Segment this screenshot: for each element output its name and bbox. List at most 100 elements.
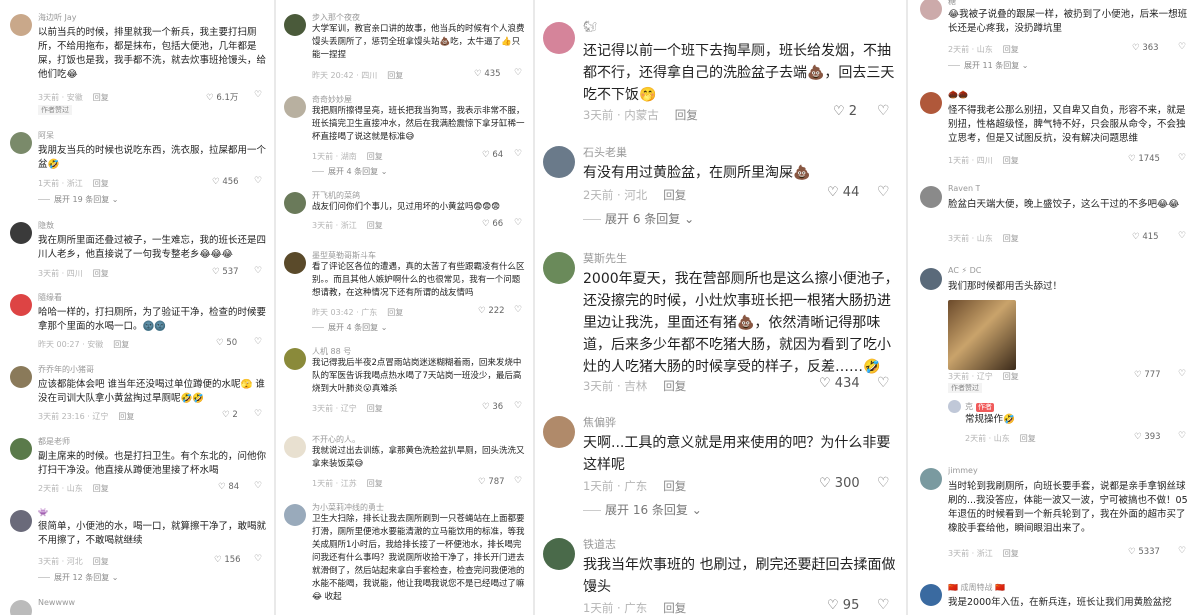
- like-button[interactable]: ♡ 363: [1132, 43, 1159, 53]
- comment-author[interactable]: 隐敖: [38, 220, 54, 231]
- expand-replies-button[interactable]: 展开 4 条回复 ⌄: [312, 322, 387, 333]
- like-button[interactable]: ♡ 300: [819, 476, 860, 491]
- like-button[interactable]: ♡ 66: [482, 219, 503, 229]
- dislike-icon[interactable]: ♡: [514, 401, 522, 411]
- reply-button[interactable]: 回复: [675, 108, 698, 122]
- dislike-icon[interactable]: ♡: [877, 597, 890, 613]
- comment-author[interactable]: 海边听 Jay: [38, 12, 77, 23]
- reply-button[interactable]: 回复: [387, 308, 403, 317]
- like-button[interactable]: ♡ 95: [827, 598, 859, 613]
- reply-button[interactable]: 回复: [93, 484, 109, 493]
- comment-author[interactable]: 莫斯先生: [583, 250, 627, 266]
- avatar[interactable]: [948, 400, 961, 413]
- dislike-icon[interactable]: ♡: [254, 481, 262, 491]
- dislike-icon[interactable]: ♡: [1178, 431, 1186, 441]
- avatar[interactable]: [920, 468, 942, 490]
- like-button[interactable]: ♡ 415: [1132, 232, 1159, 242]
- comment-author[interactable]: 铁道志: [583, 536, 616, 552]
- reply-button[interactable]: 回复: [1003, 45, 1019, 54]
- dislike-icon[interactable]: ♡: [877, 375, 890, 391]
- avatar[interactable]: [284, 14, 306, 36]
- comment-author[interactable]: 👾: [38, 508, 48, 517]
- dislike-icon[interactable]: ♡: [1178, 369, 1186, 379]
- like-button[interactable]: ♡ 5337: [1128, 547, 1160, 557]
- dislike-icon[interactable]: ♡: [254, 554, 262, 564]
- like-button[interactable]: ♡ 435: [474, 69, 501, 79]
- reply-button[interactable]: 回复: [93, 269, 109, 278]
- avatar[interactable]: [284, 252, 306, 274]
- comment-author[interactable]: 🇨🇳 成周特战 🇨🇳: [948, 582, 1005, 593]
- meme-image[interactable]: [948, 300, 1016, 370]
- like-button[interactable]: ♡ 777: [1134, 370, 1161, 380]
- reply-button[interactable]: 回复: [367, 479, 383, 488]
- reply-button[interactable]: 回复: [1020, 434, 1036, 443]
- dislike-icon[interactable]: ♡: [877, 103, 890, 119]
- reply-button[interactable]: 回复: [1003, 372, 1019, 381]
- reply-button[interactable]: 回复: [1003, 234, 1019, 243]
- avatar[interactable]: [543, 252, 575, 284]
- dislike-icon[interactable]: ♡: [254, 337, 262, 347]
- avatar[interactable]: [284, 436, 306, 458]
- avatar[interactable]: [10, 222, 32, 244]
- comment-author[interactable]: 石头老巢: [583, 144, 627, 160]
- comment-author[interactable]: 🌰🌰: [948, 90, 968, 99]
- reply-button[interactable]: 回复: [367, 221, 383, 230]
- like-button[interactable]: ♡ 64: [482, 150, 503, 160]
- like-button[interactable]: ♡ 2: [833, 104, 857, 119]
- avatar[interactable]: [920, 268, 942, 290]
- dislike-icon[interactable]: ♡: [514, 305, 522, 315]
- avatar[interactable]: [284, 504, 306, 526]
- avatar[interactable]: [10, 438, 32, 460]
- reply-button[interactable]: 回复: [663, 601, 686, 615]
- comment-author[interactable]: 不开心的人。: [312, 434, 360, 445]
- avatar[interactable]: [284, 96, 306, 118]
- avatar[interactable]: [10, 366, 32, 388]
- comment-author[interactable]: 乔乔年的小猪哥: [38, 364, 94, 375]
- comment-author[interactable]: 都是老师: [38, 436, 70, 447]
- dislike-icon[interactable]: ♡: [877, 184, 890, 200]
- avatar[interactable]: [543, 22, 575, 54]
- avatar[interactable]: [543, 416, 575, 448]
- like-button[interactable]: ♡ 434: [819, 376, 860, 391]
- like-button[interactable]: ♡ 6.1万: [206, 91, 238, 103]
- comment-author[interactable]: jimmey: [948, 466, 978, 475]
- reply-button[interactable]: 回复: [93, 93, 109, 102]
- expand-replies-button[interactable]: 展开 12 条回复 ⌄: [38, 572, 119, 583]
- like-button[interactable]: ♡ 156: [214, 555, 241, 565]
- reply-author[interactable]: 克作者: [965, 401, 994, 412]
- reply-button[interactable]: 回复: [113, 340, 129, 349]
- avatar[interactable]: [543, 538, 575, 570]
- dislike-icon[interactable]: ♡: [514, 68, 522, 78]
- like-button[interactable]: ♡ 222: [478, 306, 505, 316]
- avatar[interactable]: [543, 146, 575, 178]
- comment-author[interactable]: Raven T: [948, 184, 980, 193]
- reply-button[interactable]: 回复: [118, 412, 134, 421]
- like-button[interactable]: ♡ 2: [222, 410, 238, 420]
- reply-button[interactable]: 回复: [1003, 549, 1019, 558]
- reply-button[interactable]: 回复: [367, 152, 383, 161]
- avatar[interactable]: [284, 192, 306, 214]
- avatar[interactable]: [920, 92, 942, 114]
- avatar[interactable]: [10, 510, 32, 532]
- avatar[interactable]: [10, 14, 32, 36]
- avatar[interactable]: [10, 294, 32, 316]
- like-button[interactable]: ♡ 456: [212, 177, 239, 187]
- like-button[interactable]: ♡ 36: [482, 402, 503, 412]
- like-button[interactable]: ♡ 44: [827, 185, 859, 200]
- dislike-icon[interactable]: ♡: [254, 176, 262, 186]
- comment-author[interactable]: 墨型莫勒哥斯斗车: [312, 250, 376, 261]
- avatar[interactable]: [10, 132, 32, 154]
- expand-replies-button[interactable]: 展开 19 条回复 ⌄: [38, 194, 119, 205]
- dislike-icon[interactable]: ♡: [1178, 231, 1186, 241]
- comment-author[interactable]: Newwww: [38, 598, 75, 607]
- reply-button[interactable]: 回复: [367, 404, 383, 413]
- like-button[interactable]: ♡ 84: [218, 482, 239, 492]
- dislike-icon[interactable]: ♡: [514, 476, 522, 486]
- avatar[interactable]: [10, 600, 32, 615]
- comment-author[interactable]: 焦偏骅: [583, 414, 616, 430]
- dislike-icon[interactable]: ♡: [254, 90, 262, 100]
- reply-button[interactable]: 回复: [93, 557, 109, 566]
- dislike-icon[interactable]: ♡: [1178, 546, 1186, 556]
- reply-button[interactable]: 回复: [1003, 156, 1019, 165]
- like-button[interactable]: ♡ 393: [1134, 432, 1161, 442]
